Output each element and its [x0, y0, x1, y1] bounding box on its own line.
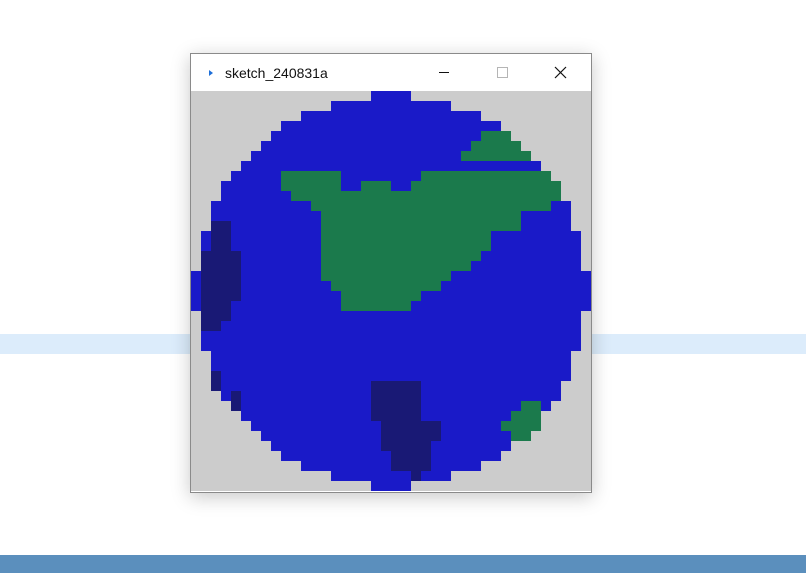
planet-land [481, 131, 511, 141]
window-titlebar[interactable]: sketch_240831a [191, 54, 591, 91]
planet-deep-ocean [201, 251, 241, 301]
minimize-icon [439, 72, 449, 73]
planet-deep-ocean [231, 391, 241, 411]
planet-land [511, 411, 541, 421]
planet-ocean-row [331, 101, 451, 111]
planet-deep-ocean [411, 471, 421, 481]
close-icon [554, 66, 567, 79]
planet-deep-ocean [201, 301, 231, 321]
planet-land [501, 421, 541, 431]
maximize-button[interactable] [479, 54, 525, 91]
planet-ocean-row [201, 321, 581, 331]
processing-arrow-icon [206, 66, 216, 78]
planet-ocean-row [331, 471, 451, 481]
planet-land [341, 291, 421, 301]
maximize-icon [497, 67, 508, 78]
planet-land [321, 271, 451, 281]
planet-ocean-row [211, 361, 571, 371]
planet-land [461, 151, 531, 161]
planet-land [321, 251, 481, 261]
planet-deep-ocean [381, 441, 431, 451]
planet-ocean-row [371, 91, 411, 101]
planet-ocean-bay [451, 151, 461, 161]
planet-land [511, 431, 531, 441]
planet-deep-ocean [391, 451, 431, 471]
close-button[interactable] [537, 54, 583, 91]
planet-deep-ocean [211, 371, 221, 391]
planet-ocean-bay [391, 181, 411, 191]
background-bottom-bar [0, 555, 806, 573]
planet-ocean-row [271, 131, 511, 141]
planet-land [281, 171, 341, 181]
planet-ocean-row [211, 351, 571, 361]
planet-ocean-row [201, 341, 581, 351]
sketch-window[interactable]: sketch_240831a [190, 53, 592, 493]
planet-land [311, 201, 551, 211]
planet-ocean-row [201, 311, 581, 321]
planet-land [521, 401, 541, 411]
window-title: sketch_240831a [225, 65, 328, 81]
planet-ocean-row [241, 161, 541, 171]
planet-ocean-row [281, 121, 501, 131]
minimize-button[interactable] [421, 54, 467, 91]
planet-land [421, 171, 551, 181]
planet-land [331, 281, 441, 291]
planet-deep-ocean [201, 321, 221, 331]
planet-deep-ocean [211, 221, 231, 251]
planet-land [321, 211, 521, 231]
planet-ocean-bay [341, 171, 421, 181]
planet-land [471, 141, 521, 151]
planet-ocean-row [201, 331, 581, 341]
planet-land [351, 191, 391, 201]
sketch-canvas[interactable] [191, 91, 591, 491]
planet-land [411, 191, 561, 201]
planet-deep-ocean [371, 381, 421, 421]
planet-land [321, 261, 471, 271]
planet-land [341, 301, 411, 311]
planet-land [321, 231, 491, 241]
planet-land [281, 181, 561, 191]
planet-ocean-row [301, 111, 481, 121]
planet-ocean-row [211, 371, 571, 381]
planet-land [321, 241, 491, 251]
planet-deep-ocean [381, 421, 441, 441]
planet-ocean-bay [341, 181, 361, 191]
planet-ocean-row [371, 481, 411, 491]
